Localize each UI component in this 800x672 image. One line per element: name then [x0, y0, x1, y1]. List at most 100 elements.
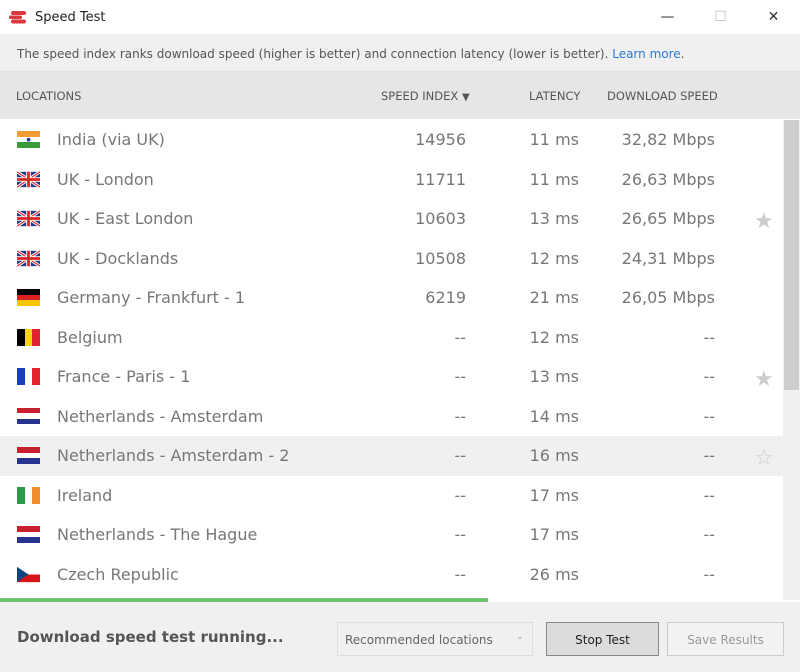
download-speed-value: -- [703, 564, 715, 584]
info-text: The speed index ranks download speed (hi… [17, 47, 613, 61]
latency-value: 26 ms [529, 564, 579, 584]
flag-fr-icon [17, 368, 40, 385]
speed-index-value: -- [454, 327, 466, 347]
header-speed-index[interactable]: SPEED INDEX ▼ [381, 89, 470, 103]
location-row[interactable]: UK - East London 10603 13 ms 26,65 Mbps … [0, 199, 783, 239]
download-speed-value: -- [703, 367, 715, 386]
latency-value: 13 ms [529, 209, 579, 228]
footer: Download speed test running... Recommend… [0, 602, 800, 672]
location-row[interactable]: Netherlands - The Hague -- 17 ms -- [0, 515, 783, 555]
location-name: UK - Docklands [57, 248, 179, 268]
latency-value: 14 ms [529, 406, 579, 426]
download-speed-value: 32,82 Mbps [621, 130, 715, 149]
sort-desc-icon: ▼ [461, 92, 470, 103]
download-speed-value: 26,05 Mbps [621, 288, 715, 307]
location-row[interactable]: Czech Republic -- 26 ms -- [0, 555, 783, 595]
status-text: Download speed test running... [17, 628, 284, 646]
location-filter-select[interactable]: Recommended locations ⌄ [337, 622, 533, 656]
download-speed-value: -- [703, 406, 715, 426]
download-speed-value: 26,63 Mbps [621, 169, 715, 189]
latency-value: 13 ms [529, 367, 579, 386]
favorite-star-icon[interactable]: ★ [754, 209, 774, 234]
maximize-button[interactable]: ☐ [694, 9, 747, 25]
location-row[interactable]: Ireland -- 17 ms -- [0, 476, 783, 516]
latency-value: 16 ms [529, 446, 579, 465]
save-results-button[interactable]: Save Results [667, 622, 784, 656]
location-name: France - Paris - 1 [57, 367, 191, 386]
flag-ie-icon [17, 486, 40, 504]
expressvpn-logo-icon [9, 11, 26, 24]
speed-index-value: -- [454, 525, 466, 544]
latency-value: 11 ms [529, 169, 579, 189]
location-name: Belgium [57, 327, 123, 347]
latency-value: 17 ms [529, 525, 579, 544]
location-row[interactable]: ● India (via UK) 14956 11 ms 32,82 Mbps [0, 120, 783, 160]
header-locations[interactable]: LOCATIONS [16, 89, 81, 103]
location-name: India (via UK) [57, 130, 165, 149]
speed-index-value: -- [454, 564, 466, 584]
flag-de-icon [17, 289, 40, 306]
location-name: Netherlands - The Hague [57, 525, 258, 544]
speed-index-value: -- [454, 485, 466, 505]
speed-index-value: 10508 [415, 248, 466, 268]
location-name: Germany - Frankfurt - 1 [57, 288, 246, 307]
header-latency[interactable]: LATENCY [529, 89, 580, 103]
download-speed-value: -- [703, 485, 715, 505]
speed-index-value: 6219 [425, 288, 466, 307]
latency-value: 12 ms [529, 248, 579, 268]
flag-cz-icon [17, 566, 40, 583]
location-row[interactable]: UK - London 11711 11 ms 26,63 Mbps [0, 160, 783, 200]
select-value: Recommended locations [345, 633, 493, 647]
flag-in-icon: ● [17, 131, 40, 148]
favorite-star-icon[interactable]: ☆ [754, 446, 774, 471]
download-speed-value: 26,65 Mbps [621, 209, 715, 228]
latency-value: 12 ms [529, 327, 579, 347]
speed-index-value: 11711 [415, 169, 466, 189]
speed-index-label: SPEED INDEX [381, 89, 459, 103]
flag-nl-icon [17, 407, 40, 425]
title-bar: Speed Test — ☐ ✕ [0, 0, 800, 34]
download-speed-value: -- [703, 327, 715, 347]
learn-more-link[interactable]: Learn more [612, 47, 680, 61]
location-row[interactable]: UK - Docklands 10508 12 ms 24,31 Mbps [0, 239, 783, 279]
header-download-speed[interactable]: DOWNLOAD SPEED [607, 89, 718, 103]
download-speed-value: -- [703, 446, 715, 465]
flag-uk-icon [17, 210, 40, 227]
location-row[interactable]: Netherlands - Amsterdam -- 14 ms -- [0, 397, 783, 437]
location-name: Ireland [57, 485, 113, 505]
close-button[interactable]: ✕ [747, 9, 800, 25]
location-name: Czech Republic [57, 564, 179, 584]
flag-uk-icon [17, 170, 40, 188]
speed-index-value: -- [454, 446, 466, 465]
flag-be-icon [17, 328, 40, 346]
flag-nl-icon [17, 447, 40, 464]
location-row[interactable]: Belgium -- 12 ms -- [0, 318, 783, 358]
location-row[interactable]: Germany - Frankfurt - 1 6219 21 ms 26,05… [0, 278, 783, 318]
flag-nl-icon [17, 526, 40, 543]
location-row[interactable]: France - Paris - 1 -- 13 ms -- ★ [0, 357, 783, 397]
stop-test-button[interactable]: Stop Test [546, 622, 659, 656]
location-name: UK - East London [57, 209, 194, 228]
location-name: Netherlands - Amsterdam - 2 [57, 446, 290, 465]
column-header: LOCATIONS SPEED INDEX ▼ LATENCY DOWNLOAD… [0, 72, 800, 119]
latency-value: 11 ms [529, 130, 579, 149]
scrollbar-thumb[interactable] [784, 120, 799, 390]
info-banner: The speed index ranks download speed (hi… [0, 34, 800, 72]
favorite-star-icon[interactable]: ★ [754, 367, 774, 392]
latency-value: 17 ms [529, 485, 579, 505]
speed-index-value: 10603 [415, 209, 466, 228]
location-row[interactable]: Netherlands - Amsterdam - 2 -- 16 ms -- … [0, 436, 783, 476]
location-name: UK - London [57, 169, 154, 189]
download-speed-value: -- [703, 525, 715, 544]
speed-index-value: -- [454, 367, 466, 386]
info-period: . [680, 47, 685, 61]
speed-index-value: -- [454, 406, 466, 426]
download-speed-value: 24,31 Mbps [621, 248, 715, 268]
location-name: Netherlands - Amsterdam [57, 406, 264, 426]
scrollbar[interactable] [783, 120, 800, 600]
flag-uk-icon [17, 249, 40, 267]
latency-value: 21 ms [529, 288, 579, 307]
window-title: Speed Test [35, 9, 106, 25]
minimize-button[interactable]: — [641, 9, 694, 25]
chevron-down-icon: ⌄ [515, 631, 524, 642]
